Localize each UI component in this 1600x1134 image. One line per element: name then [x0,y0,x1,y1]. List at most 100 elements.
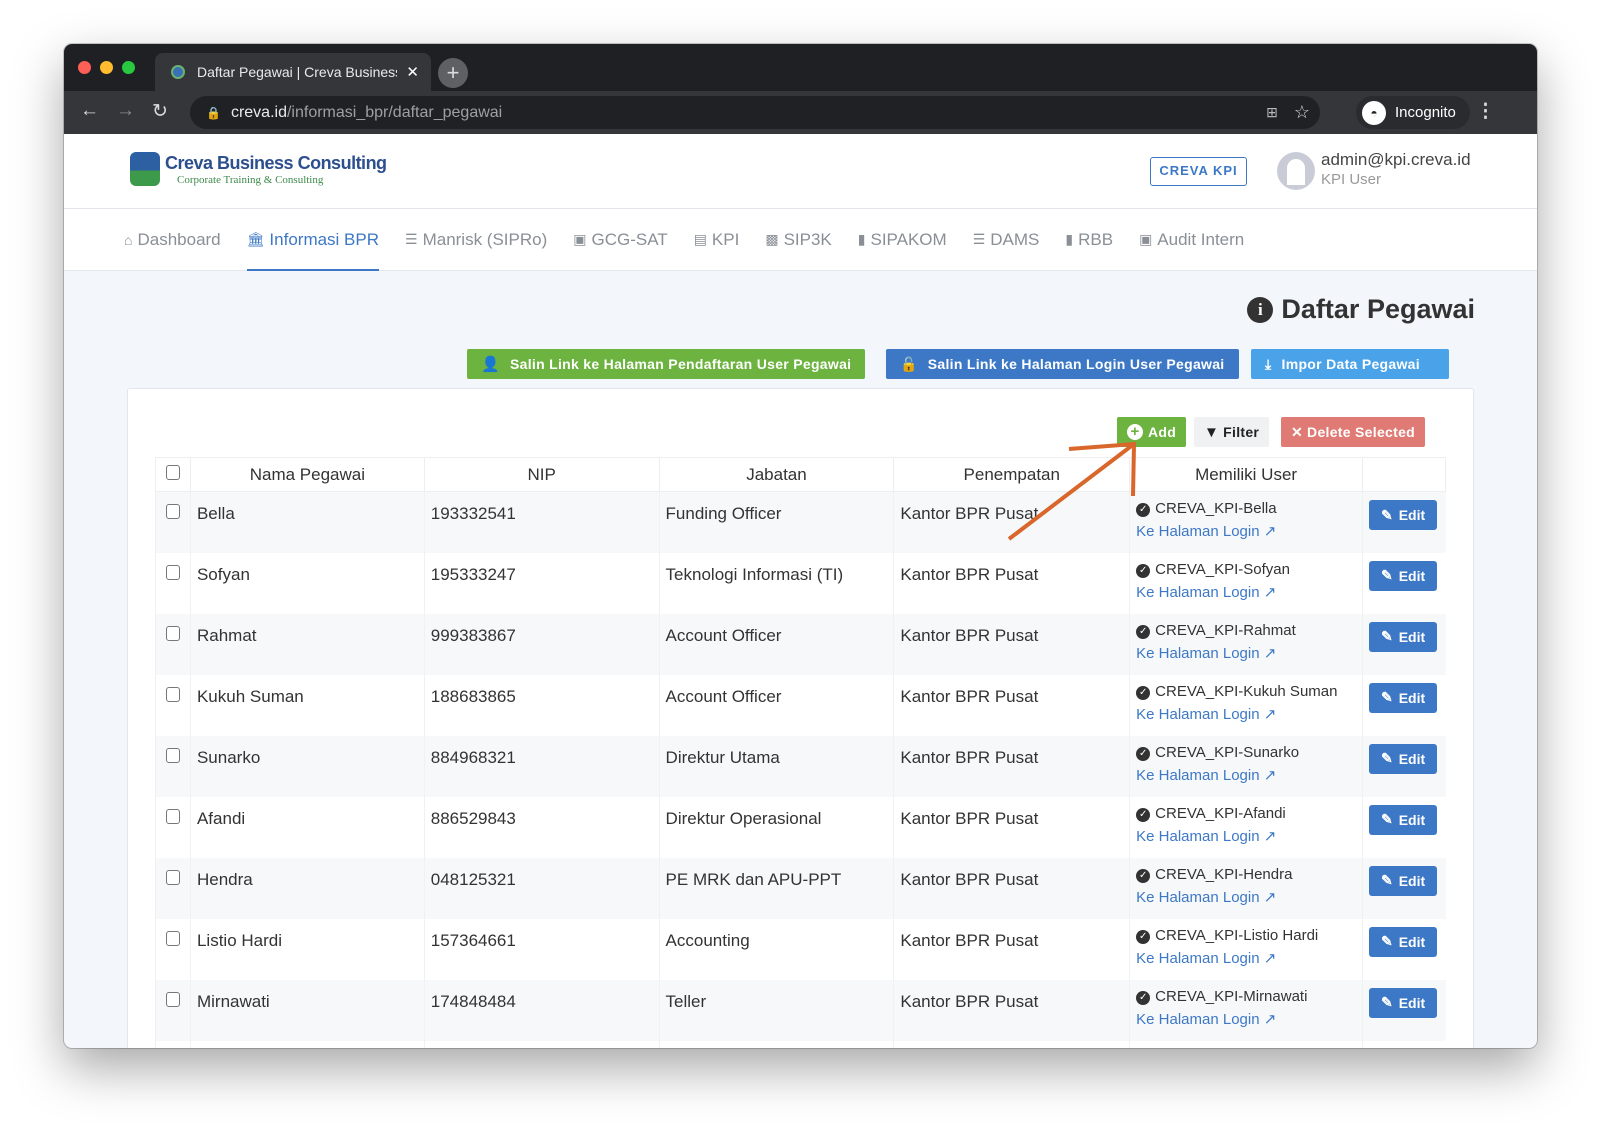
url-input[interactable]: 🔒 creva.id/informasi_bpr/daftar_pegawai … [190,96,1320,129]
column-header[interactable]: Nama Pegawai [189,457,425,492]
button-label: Add [1148,424,1177,440]
check-circle-icon: ✓ [1136,807,1151,822]
row-checkbox[interactable] [165,930,180,946]
copy-register-link-button[interactable]: 👤 Salin Link ke Halaman Pendaftaran User… [467,349,866,379]
button-label: Edit [1398,994,1426,1011]
login-page-link[interactable]: Ke Halaman Login ↗ [1136,949,1362,967]
row-checkbox[interactable] [165,869,180,885]
button-label: Edit [1398,628,1426,645]
edit-button[interactable]: ✎ Edit [1368,987,1438,1018]
avatar[interactable] [1277,152,1315,190]
nav-item-gcg-sat[interactable]: ▣ GCG-SAT [573,209,667,270]
username: CREVA_KPI-Kukuh Suman [1155,682,1338,700]
clipboard-list-icon: ▤ [693,231,707,247]
translate-icon[interactable]: ⊞ [1266,104,1278,121]
check-circle-icon: ✓ [1136,685,1151,700]
edit-icon: ✎ [1380,628,1393,644]
column-header[interactable]: Memiliki User [1129,457,1363,492]
login-page-link[interactable]: Ke Halaman Login ↗ [1136,1010,1362,1028]
cell-user: ✓ CREVA_KPI-Mirnawati Ke Halaman Login ↗ [1129,979,1363,1041]
cell-user: ✓ CREVA_KPI-Sunarko Ke Halaman Login ↗ [1129,735,1363,797]
check-circle-icon: ✓ [1136,990,1151,1005]
menu-kebab-icon[interactable]: ⋮ [1476,100,1495,123]
edit-button[interactable]: ✎ Edit [1368,804,1438,835]
cell-user: ✓ CREVA_KPI-Listio Hardi Ke Halaman Login… [1129,918,1363,980]
cell-user: ✓ CREVA_KPI-Sofyan Ke Halaman Login ↗ [1129,552,1363,614]
edit-button[interactable]: ✎ Edit [1368,926,1438,957]
lock-icon: 🔒 [206,105,221,120]
edit-icon: ✎ [1380,506,1393,523]
check-circle-icon: ✓ [1136,746,1151,761]
nav-item-informasi-bpr[interactable]: 🏛 Informasi BPR [246,209,380,271]
row-checkbox[interactable] [165,808,180,824]
forward-icon[interactable]: → [116,100,135,122]
row-checkbox[interactable] [165,625,180,641]
maximize-window-button[interactable] [122,61,135,74]
cell-nip: 884968321 [423,735,660,797]
nav-item-sip3k[interactable]: ▩ SIP3K [765,209,831,270]
external-link-icon: ↗ [1263,827,1277,845]
row-checkbox[interactable] [165,747,180,763]
row-checkbox[interactable] [165,504,180,519]
back-icon[interactable]: ← [80,100,99,122]
nav-item-label: DAMS [990,229,1040,249]
new-tab-button[interactable]: + [438,58,468,88]
row-checkbox[interactable] [165,564,180,580]
cell-nama: Afandi [189,796,425,858]
reload-icon[interactable]: ↻ [152,100,168,123]
nav-item-sipakom[interactable]: ▮ SIPAKOM [858,209,947,270]
edit-button[interactable]: ✎ Edit [1368,743,1438,774]
button-label: Salin Link ke Halaman Pendaftaran User P… [509,356,852,372]
cell-jabatan: Account Officer [658,674,894,736]
star-icon[interactable]: ☆ [1294,102,1310,123]
link-label: Ke Halaman Login [1136,523,1260,540]
login-page-link[interactable]: Ke Halaman Login ↗ [1136,888,1362,906]
minimize-window-button[interactable] [100,61,113,74]
edit-button[interactable]: ✎ Edit [1368,560,1438,591]
import-data-button[interactable]: ⤓ Impor Data Pegawai [1251,349,1449,379]
logo[interactable]: Creva Business Consulting Corporate Trai… [130,152,387,186]
delete-selected-button[interactable]: ✕ Delete Selected [1281,417,1426,447]
nav-item-dashboard[interactable]: ⌂ Dashboard [124,209,221,270]
table-row: Rahmat 999383867 Account Officer Kantor … [155,613,1446,675]
nav-item-rbb[interactable]: ▮ RBB [1065,209,1113,270]
nav-item-audit-intern[interactable]: ▣ Audit Intern [1139,209,1244,270]
creva-kpi-button[interactable]: CREVA KPI [1150,157,1247,186]
login-page-link[interactable]: Ke Halaman Login ↗ [1136,583,1362,601]
select-all-checkbox[interactable] [165,464,180,480]
incognito-badge[interactable]: ◓ Incognito [1356,96,1470,129]
row-checkbox[interactable] [165,991,180,1007]
nav-item-manrisk-sipro-[interactable]: ☰ Manrisk (SIPRo) [405,209,547,270]
login-page-link[interactable]: Ke Halaman Login ↗ [1136,644,1362,662]
browser-tab[interactable]: Daftar Pegawai | Creva Business Consulti… [155,53,431,91]
user-email[interactable]: admin@kpi.creva.id [1321,150,1471,170]
cell-nama: Hendra [189,857,425,919]
username: CREVA_KPI-Afandi [1155,804,1286,822]
row-checkbox[interactable] [165,686,180,702]
edit-button[interactable]: ✎ Edit [1368,865,1438,896]
add-button[interactable]: + Add [1117,417,1187,447]
nav-item-dams[interactable]: ☰ DAMS [973,209,1040,270]
edit-button[interactable]: ✎ Edit [1368,621,1438,652]
user-plus-icon: 👤 [481,356,500,373]
id-card-icon: ▩ [765,231,779,247]
column-header[interactable]: Penempatan [893,457,1131,492]
edit-icon: ✎ [1380,994,1393,1010]
filter-button[interactable]: ▼ Filter [1194,417,1270,447]
column-header[interactable]: NIP [423,457,660,492]
cell-jabatan: Teller [658,979,894,1041]
table-row: Hendra 048125321 PE MRK dan APU-PPT Kant… [155,857,1446,919]
cell-penempatan: Kantor BPR Pusat [893,796,1130,858]
login-page-link[interactable]: Ke Halaman Login ↗ [1136,766,1362,784]
bank-icon: 🏛 [246,231,265,247]
login-page-link[interactable]: Ke Halaman Login ↗ [1136,522,1362,540]
close-tab-icon[interactable]: ✕ [406,63,419,81]
login-page-link[interactable]: Ke Halaman Login ↗ [1136,827,1362,845]
column-header[interactable]: Jabatan [658,457,895,492]
login-page-link[interactable]: Ke Halaman Login ↗ [1136,705,1362,723]
edit-button[interactable]: ✎ Edit [1368,500,1438,530]
nav-item-kpi[interactable]: ▤ KPI [694,209,740,270]
copy-login-link-button[interactable]: 🔓 Salin Link ke Halaman Login User Pegaw… [886,349,1239,379]
edit-button[interactable]: ✎ Edit [1368,682,1438,713]
close-window-button[interactable] [78,61,91,74]
